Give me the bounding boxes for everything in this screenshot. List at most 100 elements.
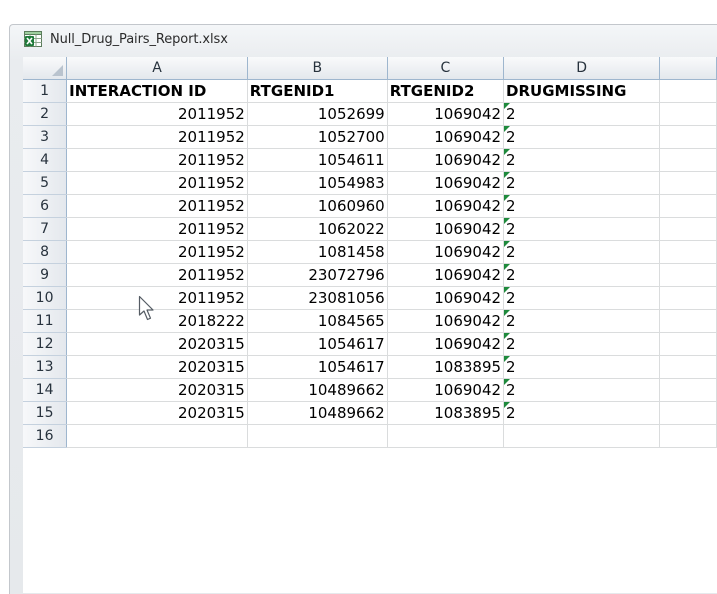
empty-cell[interactable] bbox=[387, 424, 505, 448]
row-header[interactable]: 9 bbox=[23, 263, 68, 287]
cell-drugmissing[interactable]: 2 bbox=[503, 378, 661, 402]
cell-interaction-id[interactable]: 2011952 bbox=[66, 125, 248, 149]
cell-rtgenid1[interactable]: 1054611 bbox=[247, 148, 388, 172]
cell-rtgenid2[interactable]: 1069042 bbox=[387, 171, 505, 195]
row-header[interactable]: 7 bbox=[23, 217, 68, 241]
row-header[interactable]: 15 bbox=[23, 401, 68, 425]
cell-drugmissing[interactable]: 2 bbox=[503, 102, 661, 126]
cell-rtgenid2[interactable]: 1069042 bbox=[387, 309, 505, 333]
cell-rtgenid1[interactable]: 1060960 bbox=[247, 194, 388, 218]
empty-cell[interactable] bbox=[659, 424, 717, 448]
row-header[interactable]: 3 bbox=[23, 125, 68, 149]
empty-cell[interactable] bbox=[659, 355, 717, 379]
row-header[interactable]: 11 bbox=[23, 309, 68, 333]
row-header[interactable]: 4 bbox=[23, 148, 68, 172]
cell-drugmissing[interactable]: 2 bbox=[503, 332, 661, 356]
cell-drugmissing[interactable]: 2 bbox=[503, 217, 661, 241]
empty-cell[interactable] bbox=[659, 171, 717, 195]
header-cell-rtgenid1[interactable]: RTGENID1 bbox=[247, 79, 388, 103]
cell-rtgenid1[interactable]: 1081458 bbox=[247, 240, 388, 264]
cell-drugmissing[interactable]: 2 bbox=[503, 194, 661, 218]
column-header-b[interactable]: B bbox=[247, 57, 388, 80]
row-header[interactable]: 6 bbox=[23, 194, 68, 218]
empty-cell[interactable] bbox=[659, 401, 717, 425]
cell-rtgenid2[interactable]: 1069042 bbox=[387, 378, 505, 402]
empty-cell[interactable] bbox=[659, 194, 717, 218]
cell-interaction-id[interactable]: 2011952 bbox=[66, 217, 248, 241]
row-header[interactable]: 10 bbox=[23, 286, 68, 310]
title-bar[interactable]: Null_Drug_Pairs_Report.xlsx bbox=[10, 25, 717, 57]
cell-rtgenid2[interactable]: 1069042 bbox=[387, 332, 505, 356]
row-header[interactable]: 13 bbox=[23, 355, 68, 379]
empty-cell[interactable] bbox=[247, 424, 388, 448]
column-header-a[interactable]: A bbox=[66, 57, 248, 80]
empty-cell[interactable] bbox=[659, 286, 717, 310]
cell-drugmissing[interactable]: 2 bbox=[503, 263, 661, 287]
cell-rtgenid2[interactable]: 1069042 bbox=[387, 148, 505, 172]
cell-rtgenid2[interactable]: 1069042 bbox=[387, 194, 505, 218]
cell-rtgenid2[interactable]: 1069042 bbox=[387, 286, 505, 310]
cell-rtgenid1[interactable]: 1052700 bbox=[247, 125, 388, 149]
empty-cell[interactable] bbox=[659, 79, 717, 103]
cell-drugmissing[interactable]: 2 bbox=[503, 125, 661, 149]
empty-cell[interactable] bbox=[66, 424, 248, 448]
empty-cell[interactable] bbox=[659, 125, 717, 149]
cell-interaction-id[interactable]: 2011952 bbox=[66, 263, 248, 287]
row-header[interactable]: 16 bbox=[23, 424, 68, 448]
cell-rtgenid2[interactable]: 1069042 bbox=[387, 125, 505, 149]
column-header-d[interactable]: D bbox=[503, 57, 661, 80]
cell-rtgenid2[interactable]: 1083895 bbox=[387, 355, 505, 379]
row-header[interactable]: 12 bbox=[23, 332, 68, 356]
cell-drugmissing[interactable]: 2 bbox=[503, 148, 661, 172]
empty-cell[interactable] bbox=[659, 332, 717, 356]
row-header[interactable]: 5 bbox=[23, 171, 68, 195]
empty-cell[interactable] bbox=[659, 102, 717, 126]
cell-rtgenid1[interactable]: 1054983 bbox=[247, 171, 388, 195]
empty-cell[interactable] bbox=[659, 240, 717, 264]
cell-rtgenid2[interactable]: 1069042 bbox=[387, 240, 505, 264]
cell-interaction-id[interactable]: 2020315 bbox=[66, 355, 248, 379]
row-header[interactable]: 8 bbox=[23, 240, 68, 264]
cell-rtgenid1[interactable]: 1054617 bbox=[247, 355, 388, 379]
cell-rtgenid1[interactable]: 10489662 bbox=[247, 401, 388, 425]
empty-cell[interactable] bbox=[659, 309, 717, 333]
row-header[interactable]: 1 bbox=[23, 79, 68, 103]
cell-drugmissing[interactable]: 2 bbox=[503, 401, 661, 425]
cell-rtgenid2[interactable]: 1069042 bbox=[387, 102, 505, 126]
empty-cell[interactable] bbox=[659, 378, 717, 402]
column-header-e[interactable] bbox=[659, 57, 717, 80]
cell-rtgenid1[interactable]: 10489662 bbox=[247, 378, 388, 402]
cell-drugmissing[interactable]: 2 bbox=[503, 355, 661, 379]
cell-drugmissing[interactable]: 2 bbox=[503, 309, 661, 333]
cell-interaction-id[interactable]: 2020315 bbox=[66, 378, 248, 402]
cell-interaction-id[interactable]: 2020315 bbox=[66, 332, 248, 356]
empty-cell[interactable] bbox=[503, 424, 661, 448]
cell-rtgenid2[interactable]: 1083895 bbox=[387, 401, 505, 425]
cell-rtgenid1[interactable]: 23072796 bbox=[247, 263, 388, 287]
select-all-corner[interactable] bbox=[23, 57, 68, 80]
column-header-c[interactable]: C bbox=[387, 57, 505, 80]
row-header[interactable]: 14 bbox=[23, 378, 68, 402]
header-cell-interaction-id[interactable]: INTERACTION ID bbox=[66, 79, 248, 103]
cell-rtgenid2[interactable]: 1069042 bbox=[387, 217, 505, 241]
cell-rtgenid1[interactable]: 1054617 bbox=[247, 332, 388, 356]
cell-drugmissing[interactable]: 2 bbox=[503, 171, 661, 195]
cell-interaction-id[interactable]: 2011952 bbox=[66, 194, 248, 218]
row-header[interactable]: 2 bbox=[23, 102, 68, 126]
spreadsheet-grid[interactable]: A B C D 1 INTERACTION ID RTGENID1 RTGENI… bbox=[23, 57, 717, 593]
cell-rtgenid1[interactable]: 1052699 bbox=[247, 102, 388, 126]
cell-rtgenid1[interactable]: 1062022 bbox=[247, 217, 388, 241]
empty-cell[interactable] bbox=[659, 263, 717, 287]
cell-rtgenid2[interactable]: 1069042 bbox=[387, 263, 505, 287]
empty-cell[interactable] bbox=[659, 217, 717, 241]
cell-interaction-id[interactable]: 2020315 bbox=[66, 401, 248, 425]
header-cell-drugmissing[interactable]: DRUGMISSING bbox=[503, 79, 661, 103]
cell-rtgenid1[interactable]: 1084565 bbox=[247, 309, 388, 333]
cell-interaction-id[interactable]: 2011952 bbox=[66, 171, 248, 195]
cell-interaction-id[interactable]: 2011952 bbox=[66, 102, 248, 126]
cell-drugmissing[interactable]: 2 bbox=[503, 240, 661, 264]
cell-drugmissing[interactable]: 2 bbox=[503, 286, 661, 310]
header-cell-rtgenid2[interactable]: RTGENID2 bbox=[387, 79, 505, 103]
cell-interaction-id[interactable]: 2011952 bbox=[66, 148, 248, 172]
cell-rtgenid1[interactable]: 23081056 bbox=[247, 286, 388, 310]
